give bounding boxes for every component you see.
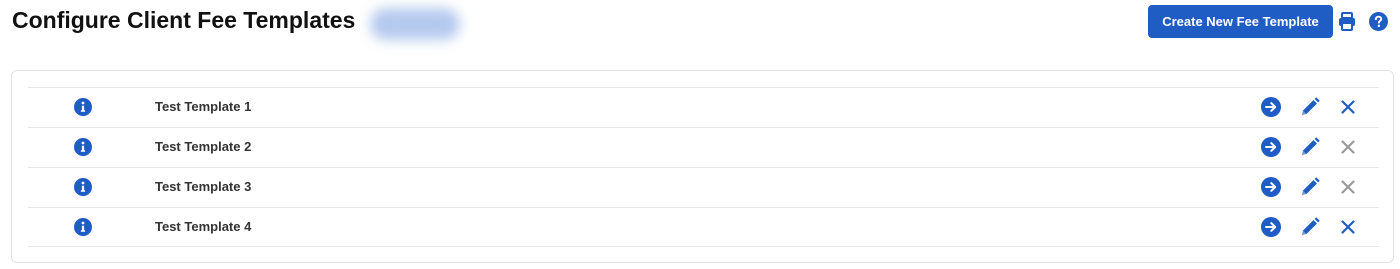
help-icon[interactable] [1369,12,1388,31]
arrow-right-circle-icon[interactable] [1261,177,1281,197]
template-row-1: Test Template 1 [28,87,1379,127]
arrow-right-circle-icon[interactable] [1261,217,1281,237]
page-header: Configure Client Fee Templates Create Ne… [12,0,1388,44]
fee-templates-list: Test Template 1 Test Template 2 Test Tem… [28,87,1379,247]
page: Configure Client Fee Templates Create Ne… [0,0,1400,269]
fee-templates-card: Test Template 1 Test Template 2 Test Tem… [11,70,1394,263]
pencil-icon[interactable] [1300,97,1320,117]
info-icon[interactable] [74,138,92,156]
template-name: Test Template 4 [155,219,252,234]
template-name: Test Template 3 [155,179,252,194]
arrow-right-circle-icon[interactable] [1261,137,1281,157]
pencil-icon[interactable] [1300,217,1320,237]
template-row-4: Test Template 4 [28,207,1379,247]
template-row-3: Test Template 3 [28,167,1379,207]
info-icon[interactable] [74,218,92,236]
create-fee-template-button[interactable]: Create New Fee Template [1148,5,1333,38]
redacted-client-badge [370,8,460,40]
arrow-right-circle-icon[interactable] [1261,97,1281,117]
print-icon[interactable] [1338,12,1356,32]
pencil-icon[interactable] [1300,137,1320,157]
info-icon[interactable] [74,178,92,196]
close-icon[interactable] [1341,100,1355,114]
close-icon [1341,140,1355,154]
page-title: Configure Client Fee Templates [12,7,356,33]
template-name: Test Template 2 [155,139,252,154]
template-row-2: Test Template 2 [28,127,1379,167]
template-name: Test Template 1 [155,99,252,114]
close-icon [1341,180,1355,194]
pencil-icon[interactable] [1300,177,1320,197]
info-icon[interactable] [74,98,92,116]
close-icon[interactable] [1341,220,1355,234]
